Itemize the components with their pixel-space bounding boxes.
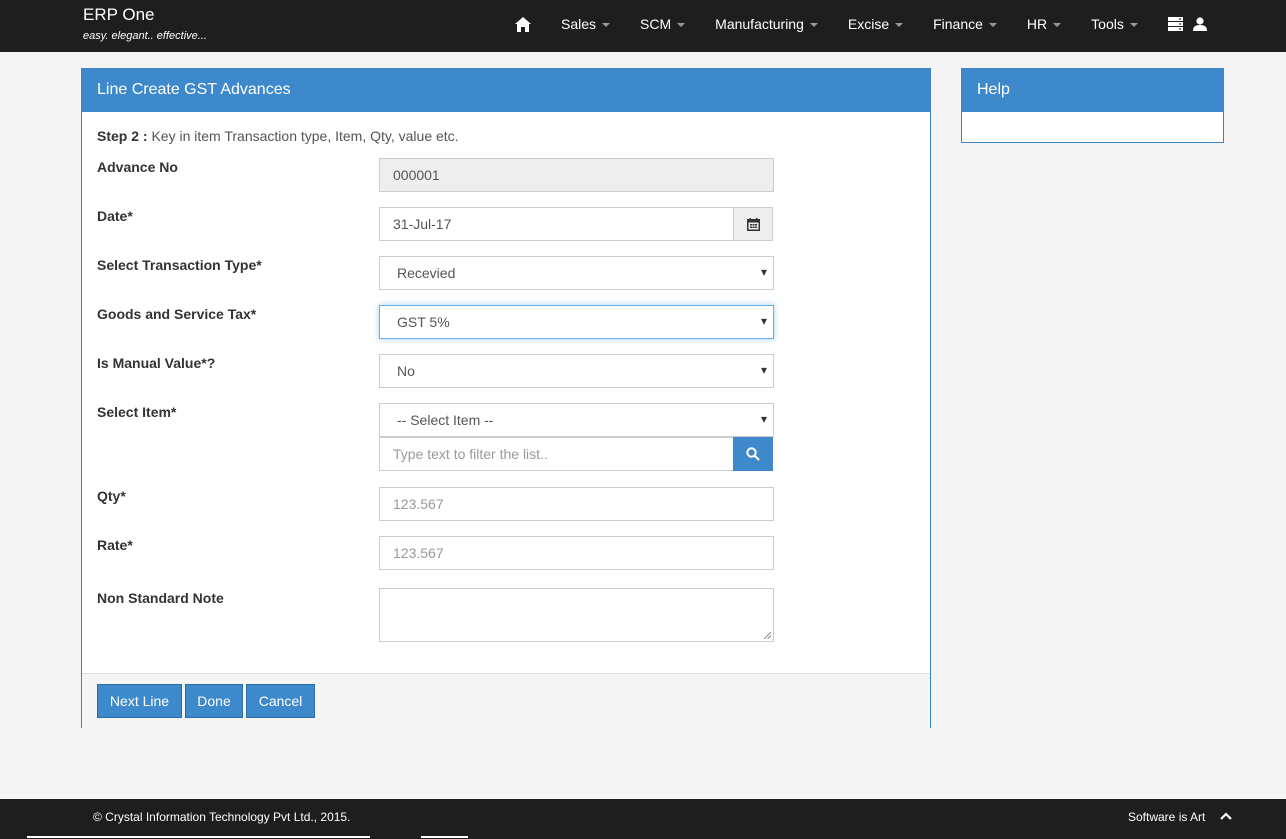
brand[interactable]: ERP One easy. elegant.. effective...	[83, 5, 207, 43]
qty-placeholder: 123.567	[393, 496, 444, 512]
brand-name: ERP One	[83, 5, 155, 24]
item-select[interactable]: -- Select Item --	[379, 403, 774, 437]
calendar-icon	[746, 217, 760, 231]
chevron-down-icon	[1053, 23, 1062, 27]
item-filter-placeholder: Type text to filter the list..	[393, 446, 548, 462]
item-filter-input[interactable]: Type text to filter the list..	[379, 437, 734, 471]
footer-tagline: Software is Art	[1128, 810, 1206, 824]
manual-value-select[interactable]: No	[379, 354, 774, 388]
nav-manufacturing-label: Manufacturing	[715, 16, 804, 32]
cancel-button[interactable]: Cancel	[246, 684, 315, 718]
nav-manufacturing[interactable]: Manufacturing	[700, 0, 833, 48]
search-icon	[746, 447, 760, 461]
nav-tools[interactable]: Tools	[1076, 0, 1153, 48]
chevron-down-icon	[988, 23, 997, 27]
help-title: Help	[962, 69, 1223, 112]
nav-hr[interactable]: HR	[1012, 0, 1076, 48]
item-search-button[interactable]	[733, 437, 773, 471]
note-label: Non Standard Note	[97, 590, 224, 606]
qty-label: Qty*	[97, 488, 126, 504]
nav-excise-label: Excise	[847, 16, 890, 32]
step-label: Step 2 :	[97, 128, 148, 144]
nav-tools-label: Tools	[1091, 16, 1124, 32]
advance-no-value: 000001	[393, 167, 440, 183]
brand-tagline: easy. elegant.. effective...	[83, 30, 207, 42]
chevron-down-icon	[677, 23, 686, 27]
advance-no-label: Advance No	[97, 159, 178, 175]
step-text: Key in item Transaction type, Item, Qty,…	[147, 128, 459, 144]
chevron-down-icon	[1129, 23, 1138, 27]
item-value: -- Select Item --	[397, 412, 494, 428]
user-icon[interactable]	[1183, 0, 1217, 48]
transaction-type-value: Recevied	[397, 265, 456, 281]
panel-title: Line Create GST Advances	[82, 69, 930, 112]
qty-input[interactable]: 123.567	[379, 487, 774, 521]
manual-value-label: Is Manual Value*?	[97, 355, 216, 371]
footer-strip	[0, 836, 1286, 838]
transaction-type-select[interactable]: Recevied	[379, 256, 774, 290]
rate-label: Rate*	[97, 537, 133, 553]
note-textarea[interactable]	[379, 588, 774, 642]
nav-sales-label: Sales	[561, 16, 597, 32]
chevron-down-icon	[895, 23, 904, 27]
panel-footer: Next Line Done Cancel	[82, 673, 930, 728]
chevron-up-icon[interactable]	[1220, 810, 1232, 824]
copyright-text: © Crystal Information Technology Pvt Ltd…	[93, 810, 351, 824]
date-input[interactable]: 31-Jul-17	[379, 207, 734, 241]
chevron-down-icon	[809, 23, 818, 27]
done-button[interactable]: Done	[185, 684, 243, 718]
nav-scm[interactable]: SCM	[625, 0, 700, 48]
nav-hr-label: HR	[1026, 16, 1048, 32]
step-instruction: Step 2 : Key in item Transaction type, I…	[97, 128, 459, 144]
nav-scm-label: SCM	[640, 16, 672, 32]
nav-excise[interactable]: Excise	[833, 0, 918, 48]
gst-select[interactable]: GST 5%	[379, 305, 774, 339]
help-panel: Help	[961, 68, 1224, 143]
page-footer: © Crystal Information Technology Pvt Ltd…	[0, 799, 1286, 839]
date-value: 31-Jul-17	[393, 216, 452, 232]
top-navbar: ERP One easy. elegant.. effective... Sal…	[0, 0, 1286, 52]
chevron-down-icon	[602, 23, 611, 27]
resize-handle-icon[interactable]	[763, 631, 771, 639]
next-line-button[interactable]: Next Line	[97, 684, 182, 718]
transaction-type-label: Select Transaction Type*	[97, 257, 262, 273]
calendar-button[interactable]	[733, 207, 773, 241]
nav-finance-label: Finance	[933, 16, 983, 32]
manual-value-value: No	[397, 363, 415, 379]
nav-finance[interactable]: Finance	[918, 0, 1012, 48]
rate-placeholder: 123.567	[393, 545, 444, 561]
date-label: Date*	[97, 208, 133, 224]
line-create-panel: Line Create GST Advances Step 2 : Key in…	[81, 68, 931, 728]
rate-input[interactable]: 123.567	[379, 536, 774, 570]
nav-sales[interactable]: Sales	[546, 0, 625, 48]
gst-label: Goods and Service Tax*	[97, 306, 257, 322]
item-label: Select Item*	[97, 404, 177, 420]
home-icon[interactable]	[500, 0, 546, 48]
advance-no-field: 000001	[379, 158, 774, 192]
gst-value: GST 5%	[397, 314, 450, 330]
